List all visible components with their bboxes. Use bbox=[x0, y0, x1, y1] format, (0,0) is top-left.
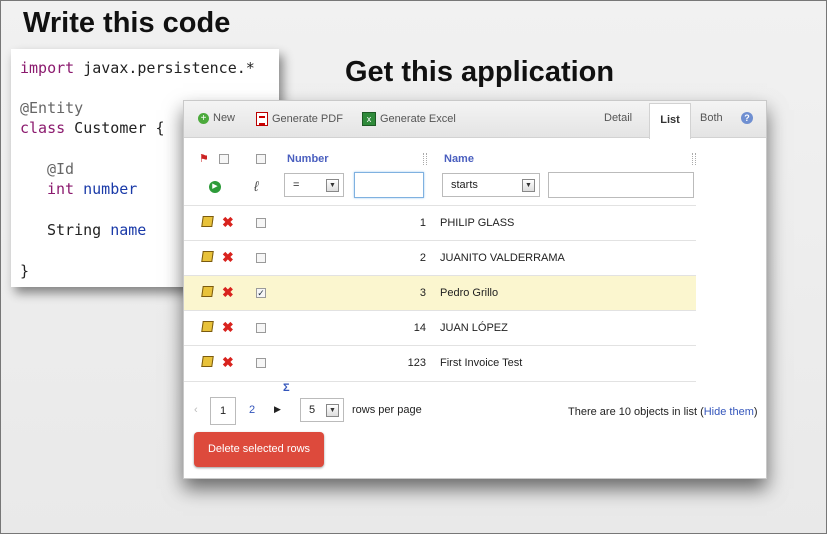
generate-pdf-button[interactable]: Generate PDF bbox=[256, 112, 343, 126]
edit-icon[interactable] bbox=[201, 321, 214, 332]
code-line-name: String name bbox=[47, 221, 147, 239]
generate-excel-button[interactable]: x Generate Excel bbox=[362, 112, 456, 126]
tab-both[interactable]: Both bbox=[700, 112, 723, 124]
edit-icon[interactable] bbox=[201, 356, 214, 367]
table-row[interactable]: ✖ 14 JUAN LÓPEZ bbox=[184, 310, 696, 346]
column-header-name[interactable]: Name bbox=[444, 153, 474, 165]
help-button[interactable]: ? bbox=[741, 112, 753, 124]
filter-clear-icon[interactable]: ⚑ bbox=[199, 152, 209, 165]
delete-icon[interactable]: ✖ bbox=[222, 214, 234, 231]
pdf-icon bbox=[256, 112, 268, 126]
code-line-number: int number bbox=[47, 180, 138, 198]
column-resize-handle[interactable] bbox=[692, 153, 696, 165]
eraser-icon[interactable]: ℓ bbox=[254, 178, 259, 194]
chevron-down-icon: ▼ bbox=[522, 179, 535, 192]
code-line-close: } bbox=[20, 262, 30, 280]
table-row[interactable]: ✖ 123 First Invoice Test bbox=[184, 345, 696, 382]
row-name: JUANITO VALDERRAMA bbox=[440, 252, 565, 264]
chevron-down-icon: ▼ bbox=[326, 179, 339, 192]
row-number: 2 bbox=[419, 252, 426, 264]
page-1-button[interactable]: 1 bbox=[210, 397, 236, 425]
row-checkbox[interactable] bbox=[256, 358, 266, 368]
number-operator-value: = bbox=[293, 179, 300, 191]
code-line-entity: @Entity bbox=[20, 99, 84, 117]
column-resize-handle[interactable] bbox=[423, 153, 427, 165]
table-row[interactable]: ✖ 2 JUANITO VALDERRAMA bbox=[184, 240, 696, 276]
row-name: Pedro Grillo bbox=[440, 287, 499, 299]
row-number: 1 bbox=[419, 217, 426, 229]
delete-icon[interactable]: ✖ bbox=[222, 249, 234, 266]
row-name: JUAN LÓPEZ bbox=[440, 322, 508, 334]
table-row[interactable]: ✖ 1 PHILIP GLASS bbox=[184, 205, 696, 241]
generate-pdf-label: Generate PDF bbox=[272, 113, 343, 125]
generate-excel-label: Generate Excel bbox=[380, 113, 456, 125]
plus-circle-icon: + bbox=[198, 112, 209, 124]
table-row[interactable]: ✖ ✓ 3 Pedro Grillo bbox=[184, 275, 696, 311]
object-count-text: There are 10 objects in list (Hide them) bbox=[568, 406, 758, 418]
help-icon: ? bbox=[741, 112, 753, 124]
play-filter-icon[interactable]: ▶ bbox=[209, 181, 221, 193]
name-filter-input[interactable] bbox=[548, 172, 694, 198]
name-operator-value: starts bbox=[451, 179, 478, 191]
page-2-link[interactable]: 2 bbox=[249, 404, 255, 416]
row-checkbox-checked[interactable]: ✓ bbox=[256, 288, 266, 298]
code-line-import: import javax.persistence.* bbox=[20, 59, 255, 77]
row-name: PHILIP GLASS bbox=[440, 217, 515, 229]
rows-per-page-label: rows per page bbox=[352, 404, 422, 416]
rows-per-page-value: 5 bbox=[309, 404, 316, 416]
code-line-id: @Id bbox=[47, 160, 75, 178]
delete-icon[interactable]: ✖ bbox=[222, 354, 234, 371]
slide-title-right: Get this application bbox=[345, 56, 615, 88]
excel-icon: x bbox=[362, 112, 376, 126]
new-button[interactable]: + New bbox=[198, 112, 235, 124]
select-all-toggle[interactable] bbox=[219, 154, 229, 164]
row-number: 14 bbox=[413, 322, 426, 334]
code-line-class: class Customer { bbox=[20, 119, 165, 137]
slide-title-left: Write this code bbox=[23, 7, 231, 39]
edit-icon[interactable] bbox=[201, 216, 214, 227]
previous-page-icon[interactable]: ‹ bbox=[194, 404, 198, 416]
row-number: 3 bbox=[419, 287, 426, 299]
tab-detail[interactable]: Detail bbox=[604, 112, 632, 124]
row-checkbox[interactable] bbox=[256, 253, 266, 263]
edit-icon[interactable] bbox=[201, 286, 214, 297]
row-number: 123 bbox=[407, 357, 426, 369]
select-all-checkbox[interactable] bbox=[256, 154, 266, 164]
delete-icon[interactable]: ✖ bbox=[222, 319, 234, 336]
toolbar: + New Generate PDF x Generate Excel Deta… bbox=[184, 101, 766, 139]
number-operator-select[interactable]: = ▼ bbox=[284, 173, 344, 197]
rows-per-page-select[interactable]: 5 ▼ bbox=[300, 398, 344, 422]
delete-icon[interactable]: ✖ bbox=[222, 284, 234, 301]
delete-selected-rows-button[interactable]: Delete selected rows bbox=[194, 432, 324, 467]
app-window: + New Generate PDF x Generate Excel Deta… bbox=[183, 100, 767, 479]
sum-icon[interactable]: Σ bbox=[283, 382, 290, 394]
tab-list[interactable]: List bbox=[649, 103, 691, 139]
new-label: New bbox=[213, 112, 236, 124]
hide-them-link[interactable]: Hide them bbox=[704, 406, 754, 418]
column-header-number[interactable]: Number bbox=[287, 153, 329, 165]
row-checkbox[interactable] bbox=[256, 218, 266, 228]
name-operator-select[interactable]: starts ▼ bbox=[442, 173, 540, 197]
row-name: First Invoice Test bbox=[440, 357, 523, 369]
edit-icon[interactable] bbox=[201, 251, 214, 262]
number-filter-input[interactable] bbox=[354, 172, 424, 198]
row-checkbox[interactable] bbox=[256, 323, 266, 333]
next-page-icon[interactable]: ▶ bbox=[274, 404, 281, 415]
chevron-down-icon: ▼ bbox=[326, 404, 339, 417]
